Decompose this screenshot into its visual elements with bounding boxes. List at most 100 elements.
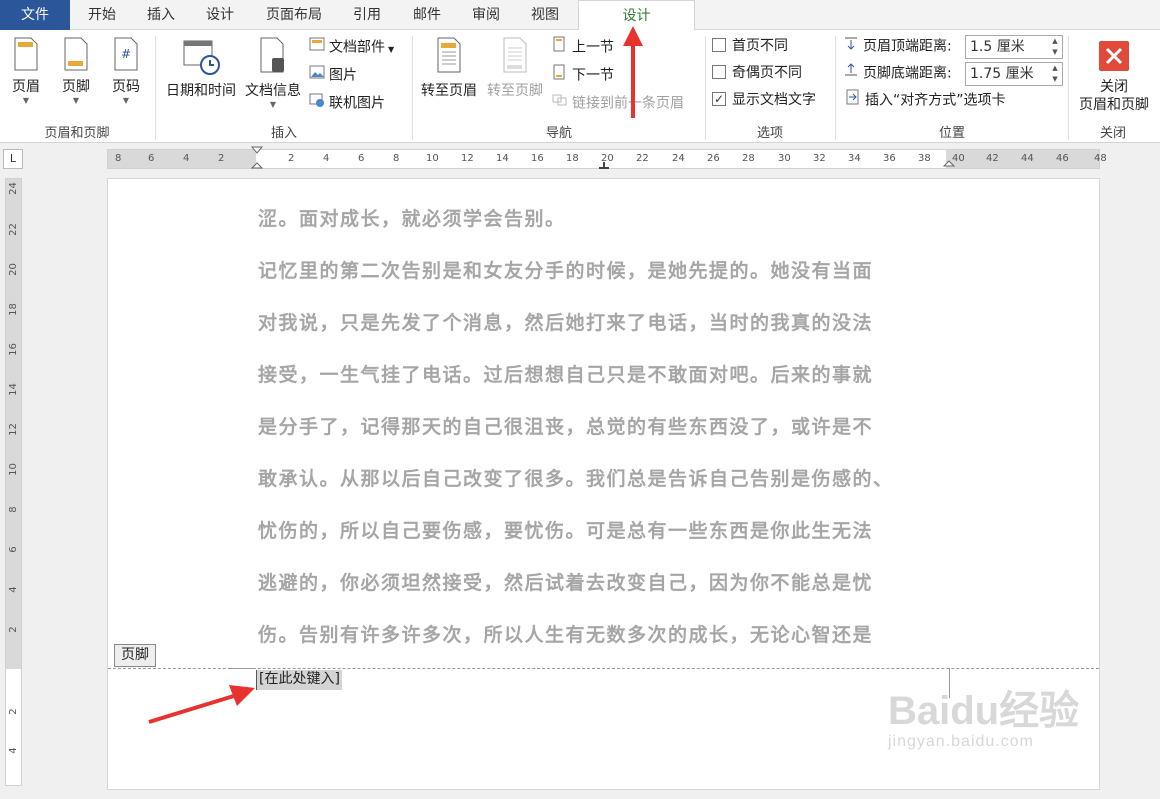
goto-footer-label: 转至页脚 <box>487 83 543 99</box>
ruler-tick-label: 16 <box>8 343 19 356</box>
ruler-tick-label: 6 <box>358 153 365 164</box>
footer-distance-icon <box>843 62 859 85</box>
ribbon: 页眉 ▼ 页脚 ▼ # 页码 ▼ 页眉和页脚 日期和时间 文档信息 ▼ 文档部件… <box>0 30 1160 143</box>
footer-bottom-distance-value: 1.75 厘米 <box>970 66 1034 82</box>
tab-references[interactable]: 引用 <box>343 0 391 30</box>
show-document-text-checkbox[interactable]: ✓ 显示文档文字 <box>712 89 816 111</box>
goto-header-icon <box>437 37 461 73</box>
tab-insert[interactable]: 插入 <box>137 0 185 30</box>
ruler-tick-label: 8 <box>115 153 122 164</box>
tab-stop-marker-icon[interactable] <box>598 162 610 170</box>
header-button[interactable]: 页眉 ▼ <box>4 36 48 106</box>
ruler-tick-label: 30 <box>778 153 791 164</box>
previous-section-button[interactable]: 上一节 <box>552 36 614 58</box>
previous-section-icon <box>552 36 568 59</box>
vertical-ruler[interactable]: 24 22 20 18 16 14 12 10 8 6 4 2 2 4 <box>5 178 22 786</box>
quick-parts-button[interactable]: 文档部件 ▼ <box>309 36 394 58</box>
show-document-text-label: 显示文档文字 <box>732 92 816 108</box>
ruler-tick-label: 42 <box>986 153 999 164</box>
ruler-tick-label: 14 <box>496 153 509 164</box>
text-line: 逃避的，你必须坦然接受，然后试着去改变自己，因为你不能总是忧 <box>258 572 874 594</box>
goto-footer-icon <box>503 37 527 73</box>
group-label-options: 选项 <box>756 126 783 141</box>
different-odd-even-label: 奇偶页不同 <box>732 65 802 81</box>
text-line: 记忆里的第二次告别是和女友分手的时候，是她先提的。她没有当面 <box>258 260 874 282</box>
page-number-button[interactable]: # 页码 ▼ <box>104 36 148 106</box>
online-picture-icon <box>309 92 325 115</box>
ruler-tick-label: 32 <box>813 153 826 164</box>
ruler-tick-label: 34 <box>848 153 861 164</box>
ruler-tick-label: 22 <box>8 223 19 236</box>
quick-parts-icon <box>309 36 325 59</box>
ruler-tick-label: 4 <box>323 153 330 164</box>
different-odd-even-checkbox[interactable]: 奇偶页不同 <box>712 62 802 84</box>
header-label: 页眉 <box>12 79 40 95</box>
header-top-distance-input[interactable]: 1.5 厘米 ▲ ▼ <box>965 35 1063 59</box>
red-arrow-right-icon <box>148 685 255 724</box>
red-arrow-up-icon <box>623 26 643 118</box>
tab-file[interactable]: 文件 <box>0 0 70 30</box>
ruler-tick-label: 4 <box>8 747 19 754</box>
insert-alignment-tab-button[interactable]: 插入“对齐方式”选项卡 <box>845 89 1006 111</box>
goto-footer-button[interactable]: 转至页脚 <box>482 36 548 100</box>
ruler-tick-label: 4 <box>8 586 19 593</box>
link-icon <box>552 92 568 115</box>
online-picture-button[interactable]: 联机图片 <box>309 92 385 114</box>
right-indent-marker-icon[interactable] <box>943 160 955 170</box>
header-top-distance-label: 页眉顶端距离: <box>843 35 952 57</box>
group-label-insert: 插入 <box>270 126 297 141</box>
tab-view[interactable]: 视图 <box>521 0 569 30</box>
footer-button[interactable]: 页脚 ▼ <box>54 36 98 106</box>
spinner-arrows-icon[interactable]: ▲ ▼ <box>1048 63 1062 85</box>
insert-alignment-tab-label: 插入“对齐方式”选项卡 <box>865 92 1006 109</box>
ruler-tick-label: 10 <box>8 463 19 476</box>
ruler-tick-label: 36 <box>883 153 896 164</box>
ruler-tick-label: 12 <box>8 423 19 436</box>
horizontal-ruler[interactable]: 8 6 4 2 2 4 6 8 10 12 14 16 18 20 22 24 26 28 30 32 34 36 38 40… <box>107 146 1107 172</box>
picture-button[interactable]: 图片 <box>309 64 357 86</box>
checkbox-unchecked-icon <box>712 38 726 52</box>
tab-review[interactable]: 审阅 <box>462 0 510 30</box>
different-first-page-checkbox[interactable]: 首页不同 <box>712 35 788 57</box>
document-body[interactable]: 涩。面对成长，就必须学会告别。 记忆里的第二次告别是和女友分手的时候，是她先提的… <box>258 201 958 669</box>
tab-page-layout[interactable]: 页面布局 <box>256 0 332 30</box>
close-header-footer-button[interactable]: 关闭 页眉和页脚 <box>1072 36 1156 114</box>
chevron-down-icon: ▼ <box>72 96 80 105</box>
ruler-tick-label: 20 <box>8 263 19 276</box>
ruler-left-margin <box>108 150 256 168</box>
group-label-position: 位置 <box>938 126 965 141</box>
goto-header-button[interactable]: 转至页眉 <box>416 36 482 100</box>
next-section-icon <box>552 64 568 87</box>
document-info-icon <box>260 37 284 73</box>
ruler-tick-label: 24 <box>672 153 685 164</box>
next-section-button[interactable]: 下一节 <box>552 64 614 86</box>
tab-design[interactable]: 设计 <box>196 0 244 30</box>
margin-corner-mark <box>228 668 256 669</box>
doc-info-label: 文档信息 <box>245 83 301 99</box>
checkmark-icon: ✓ <box>712 92 726 106</box>
tab-mailings[interactable]: 邮件 <box>403 0 451 30</box>
footer-bottom-distance-input[interactable]: 1.75 厘米 ▲ ▼ <box>965 62 1063 86</box>
ruler-tick-label: 18 <box>8 303 19 316</box>
tab-selector[interactable]: L <box>3 149 23 169</box>
calendar-clock-icon <box>183 40 220 75</box>
page-number-label: 页码 <box>112 79 140 95</box>
close-label-line2: 页眉和页脚 <box>1079 97 1149 113</box>
date-time-button[interactable]: 日期和时间 <box>162 36 240 100</box>
header-top-distance-text: 页眉顶端距离: <box>863 38 952 55</box>
ruler-tick-label: 24 <box>8 182 19 195</box>
ruler-tick-label: 8 <box>8 506 19 513</box>
group-label-close: 关闭 <box>1099 126 1126 141</box>
ruler-tick-label: 18 <box>566 153 579 164</box>
page-number-icon: # <box>114 37 138 71</box>
indent-marker-icon[interactable] <box>251 146 263 172</box>
tab-home[interactable]: 开始 <box>78 0 126 30</box>
ruler-tick-label: 2 <box>8 626 19 633</box>
footer-content-placeholder[interactable]: [在此处键入] <box>256 670 342 690</box>
chevron-down-icon: ▼ <box>22 96 30 105</box>
spinner-arrows-icon[interactable]: ▲ ▼ <box>1048 36 1062 58</box>
ruler-tick-label: 6 <box>148 153 155 164</box>
alignment-tab-icon <box>845 89 861 112</box>
group-label-navigation: 导航 <box>545 126 572 141</box>
doc-info-button[interactable]: 文档信息 ▼ <box>242 36 304 110</box>
